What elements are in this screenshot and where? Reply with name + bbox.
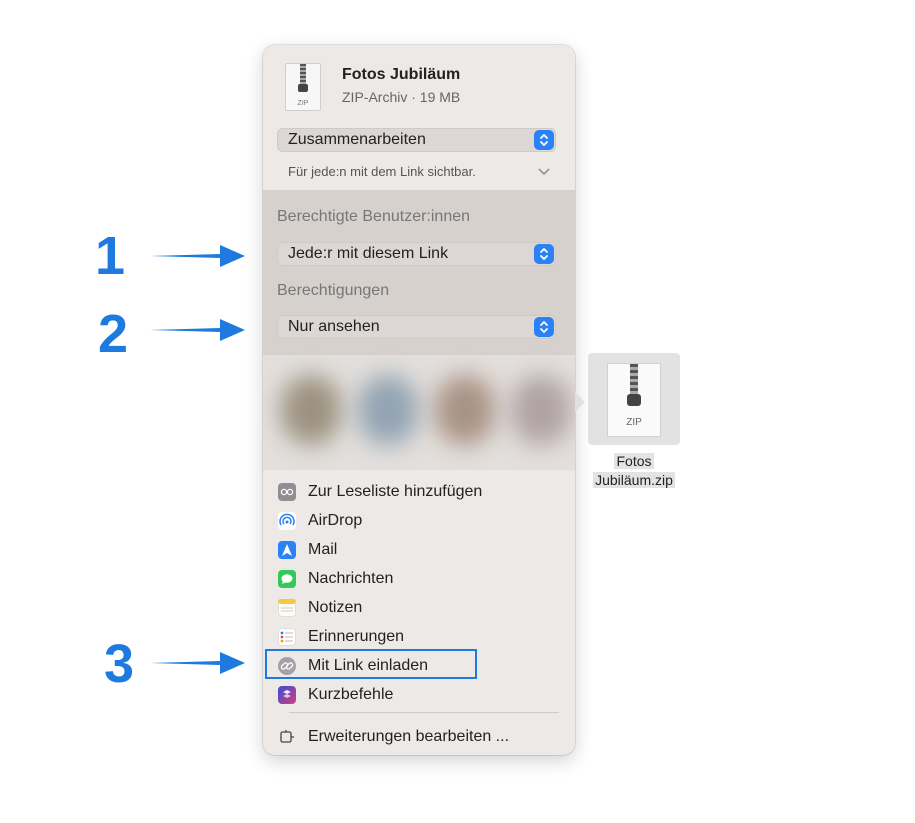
chevron-down-icon[interactable] (538, 168, 550, 176)
callout-arrow-3 (150, 652, 245, 674)
users-select-value: Jede:r mit diesem Link (288, 245, 449, 262)
share-mode-select[interactable]: Zusammenarbeiten (277, 128, 556, 152)
airdrop-icon (278, 512, 296, 530)
menu-item-notes[interactable]: Notizen (277, 595, 527, 621)
callout-arrow-1 (150, 245, 245, 267)
menu-item-label: Nachrichten (308, 570, 394, 587)
contact-avatar[interactable] (358, 375, 418, 445)
menu-item-airdrop[interactable]: AirDrop (277, 508, 527, 534)
file-thumbnail[interactable]: ZIP (588, 353, 680, 445)
file-thumbnail-label: Fotos Jubiläum.zip (583, 452, 685, 490)
menu-item-label: Zur Leseliste hinzufügen (308, 483, 483, 500)
rights-select-value: Nur ansehen (288, 318, 380, 335)
reading-list-icon (278, 483, 296, 501)
zip-icon-label: ZIP (297, 100, 309, 107)
thumbnail-label-line-1: Fotos (614, 453, 654, 469)
callout-highlight-box (265, 649, 477, 679)
updown-chevron-icon (534, 244, 554, 264)
updown-chevron-icon (534, 317, 554, 337)
users-section-label: Berechtigte Benutzer:innen (277, 208, 471, 225)
messages-icon (278, 570, 296, 588)
callout-number-3: 3 (104, 634, 135, 694)
extensions-icon (278, 728, 296, 746)
contact-avatar[interactable] (511, 375, 571, 445)
file-header: ZIP Fotos Jubiläum ZIP-Archiv · 19 MB (285, 63, 565, 113)
menu-item-shortcuts[interactable]: Kurzbefehle (277, 682, 527, 708)
rights-section-label: Berechtigungen (277, 282, 390, 299)
menu-item-label: Erinnerungen (308, 628, 405, 645)
menu-item-label: AirDrop (308, 512, 363, 529)
callout-number-1: 1 (95, 226, 126, 286)
menu-item-label: Notizen (308, 599, 363, 616)
menu-item-messages[interactable]: Nachrichten (277, 566, 527, 592)
menu-item-reminders[interactable]: Erinnerungen (277, 624, 527, 650)
rights-select[interactable]: Nur ansehen (277, 315, 556, 339)
edit-extensions-item[interactable]: Erweiterungen bearbeiten ... (277, 724, 527, 750)
updown-chevron-icon (534, 130, 554, 150)
shortcuts-icon (278, 686, 296, 704)
menu-item-label: Kurzbefehle (308, 686, 394, 703)
menu-item-label: Mail (308, 541, 338, 558)
menu-divider (289, 712, 559, 713)
menu-item-mail[interactable]: Mail (277, 537, 527, 563)
contact-avatar[interactable] (435, 375, 495, 445)
users-select[interactable]: Jede:r mit diesem Link (277, 242, 556, 266)
menu-item-reading-list[interactable]: Zur Leseliste hinzufügen (277, 479, 527, 505)
share-mode-value: Zusammenarbeiten (288, 131, 426, 148)
popover-tip (575, 392, 585, 412)
contact-avatar[interactable] (281, 375, 341, 445)
thumbnail-label-line-2: Jubiläum.zip (593, 472, 675, 488)
share-hint: Für jede:n mit dem Link sichtbar. (288, 164, 476, 179)
zip-file-icon: ZIP (607, 363, 661, 437)
zip-file-icon: ZIP (285, 63, 321, 111)
notes-icon (278, 599, 296, 617)
edit-extensions-label: Erweiterungen bearbeiten ... (308, 728, 510, 745)
reminders-icon (278, 628, 296, 646)
permissions-section: Berechtigte Benutzer:innen Jede:r mit di… (263, 190, 575, 355)
callout-number-2: 2 (98, 304, 129, 364)
blurred-contacts-row (263, 355, 575, 470)
file-name: Fotos Jubiläum (342, 66, 461, 83)
mail-icon (278, 541, 296, 559)
callout-arrow-2 (150, 319, 245, 341)
file-meta: ZIP-Archiv · 19 MB (342, 89, 461, 105)
zip-icon-label: ZIP (626, 417, 642, 428)
